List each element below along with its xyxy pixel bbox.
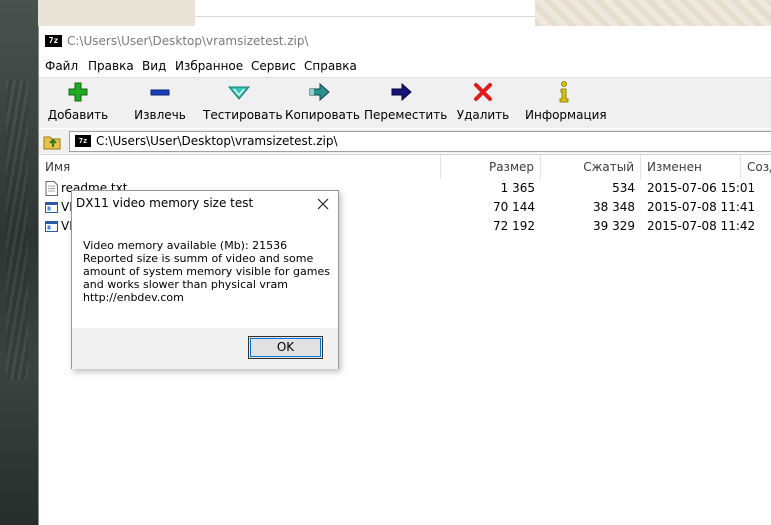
dialog-line: and works slower than physical vram [83, 278, 288, 291]
info-label: Информация [525, 108, 607, 122]
dialog-line: Video memory available (Mb): 21536 [83, 239, 288, 252]
file-modified: 2015-07-08 11:42 [647, 219, 756, 233]
background-divider [195, 16, 535, 17]
menu-file[interactable]: Файл [45, 59, 78, 73]
extract-label: Извлечь [134, 108, 186, 122]
menu-tools[interactable]: Сервис [251, 59, 296, 73]
title-bar[interactable]: 7z C:\Users\User\Desktop\vramsizetest.zi… [39, 26, 771, 56]
info-button[interactable]: Информация [525, 80, 607, 124]
file-size: 70 144 [493, 200, 535, 214]
file-packed: 38 348 [593, 200, 635, 214]
text-file-icon [45, 181, 58, 196]
delete-icon [474, 83, 492, 101]
dialog-title: DX11 video memory size test [76, 196, 254, 210]
add-icon [68, 82, 88, 102]
move-icon [391, 82, 412, 102]
delete-label: Удалить [456, 108, 510, 122]
move-label: Переместить [364, 108, 448, 122]
list-header: Имя Размер Сжатый Изменен Созд [39, 155, 771, 179]
extract-button[interactable]: Извлечь [127, 80, 193, 124]
window-title: C:\Users\User\Desktop\vramsizetest.zip\ [67, 34, 309, 48]
dialog-footer: OK [72, 328, 338, 369]
ok-button[interactable]: OK [248, 336, 323, 359]
copy-label: Копировать [285, 108, 360, 122]
file-packed: 534 [612, 181, 635, 195]
dialog-message: Video memory available (Mb): 21536 Repor… [83, 239, 333, 304]
file-packed: 39 329 [593, 219, 635, 233]
column-created[interactable]: Созд [741, 155, 771, 179]
column-modified[interactable]: Изменен [641, 155, 741, 179]
test-label: Тестировать [203, 108, 283, 122]
column-size[interactable]: Размер [441, 155, 541, 179]
menu-favorites[interactable]: Избранное [175, 59, 243, 73]
sevenzip-app-icon: 7z [45, 35, 62, 47]
exe-file-icon [45, 221, 58, 232]
background-window-strip [195, 0, 535, 26]
address-input[interactable]: 7z C:\Users\User\Desktop\vramsizetest.zi… [69, 131, 771, 152]
menu-edit[interactable]: Правка [88, 59, 134, 73]
move-button[interactable]: Переместить [364, 80, 448, 124]
column-packed[interactable]: Сжатый [541, 155, 641, 179]
file-modified: 2015-07-08 11:41 [647, 200, 756, 214]
toolbar: Добавить Извлечь Тестировать Копировать [39, 78, 771, 128]
address-path: C:\Users\User\Desktop\vramsizetest.zip\ [96, 134, 338, 148]
file-size: 1 365 [500, 181, 535, 195]
dialog-link: http://enbdev.com [83, 291, 184, 304]
test-button[interactable]: Тестировать [203, 80, 283, 124]
extract-icon [150, 89, 170, 96]
copy-button[interactable]: Копировать [285, 80, 360, 124]
desktop-background-left [0, 0, 38, 525]
exe-file-icon [45, 202, 58, 213]
test-icon [227, 86, 251, 100]
menu-help[interactable]: Справка [304, 59, 357, 73]
background-pattern [535, 0, 771, 26]
file-modified: 2015-07-06 15:01 [647, 181, 756, 195]
dialog-line: Reported size is summ of video and some [83, 252, 314, 265]
delete-button[interactable]: Удалить [455, 80, 511, 124]
add-label: Добавить [47, 108, 109, 122]
dialog-line: amount of system memory visible for game… [83, 265, 330, 278]
column-name[interactable]: Имя [39, 155, 441, 179]
close-icon[interactable] [310, 193, 336, 215]
add-button[interactable]: Добавить [45, 80, 111, 124]
menu-view[interactable]: Вид [142, 59, 166, 73]
address-bar: 7z C:\Users\User\Desktop\vramsizetest.zi… [39, 129, 771, 153]
file-size: 72 192 [493, 219, 535, 233]
info-icon [559, 81, 569, 103]
folder-up-icon[interactable] [42, 131, 62, 151]
archive-icon: 7z [75, 135, 91, 147]
message-dialog: DX11 video memory size test Video memory… [71, 190, 339, 369]
copy-icon [309, 82, 330, 102]
menu-bar: Файл Правка Вид Избранное Сервис Справка [39, 57, 771, 77]
